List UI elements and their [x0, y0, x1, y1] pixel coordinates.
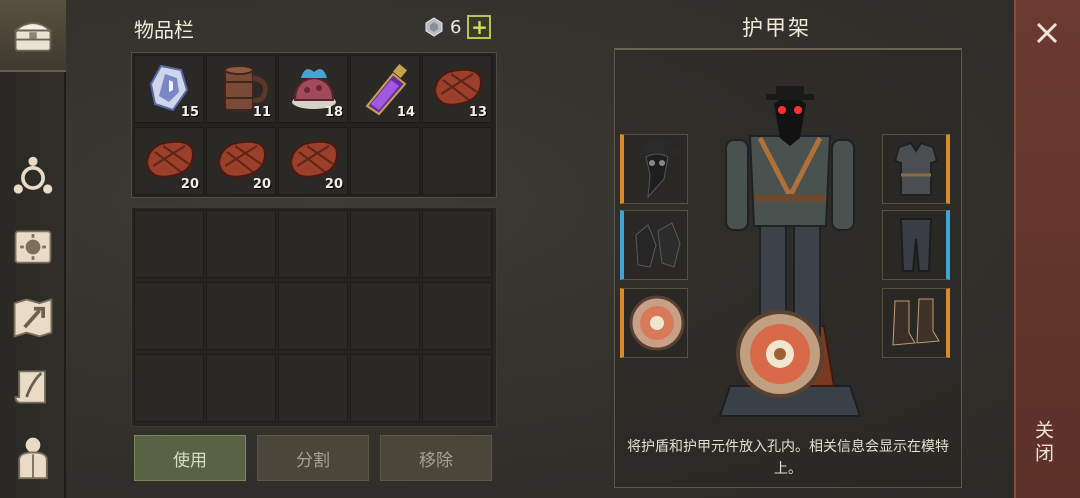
inventory-slot[interactable]: 20	[278, 127, 348, 195]
inventory-slot[interactable]: 14	[350, 55, 420, 123]
item-count: 20	[180, 177, 199, 192]
currency-count: 6	[450, 16, 462, 38]
inventory-slot-empty[interactable]	[134, 354, 204, 422]
inventory-slot[interactable]: 20	[206, 127, 276, 195]
armor-stand-description: 将护盾和护甲元件放入孔内。相关信息会显示在模特上。	[627, 439, 949, 477]
chest-icon	[12, 22, 54, 52]
inventory-slot-empty[interactable]	[134, 282, 204, 350]
use-button[interactable]: 使用	[134, 435, 246, 481]
sidebar-item-inventory[interactable]	[8, 10, 58, 60]
recipes-icon	[14, 230, 52, 264]
mannequin-figure	[718, 86, 862, 417]
inventory-slot-empty[interactable]	[350, 210, 420, 278]
remove-button[interactable]: 移除	[380, 435, 492, 481]
leather-gloves-icon	[635, 222, 681, 268]
inventory-grid-top: 15 11 18 14 13 20 20 20	[131, 52, 497, 198]
sidebar-item-recipes[interactable]	[8, 222, 58, 272]
split-button[interactable]: 分割	[257, 435, 369, 481]
inventory-slot-empty[interactable]	[206, 354, 276, 422]
inventory-grid-bottom	[131, 207, 497, 427]
inventory-slot[interactable]: 11	[206, 55, 276, 123]
inventory-title: 物品栏	[134, 18, 194, 42]
left-sidebar	[0, 0, 66, 498]
sidebar-item-crafting[interactable]	[8, 292, 58, 342]
inventory-slot[interactable]: 18	[278, 55, 348, 123]
chest-armor-icon	[893, 141, 939, 196]
sidebar-item-skills[interactable]	[8, 152, 58, 202]
quest-scroll-icon	[14, 370, 46, 404]
inventory-slot-empty[interactable]	[350, 127, 420, 195]
inventory-slot-empty[interactable]	[278, 354, 348, 422]
skills-icon	[13, 156, 53, 194]
close-button[interactable]: 关闭	[1030, 420, 1057, 466]
boots-icon	[892, 298, 940, 346]
item-count: 11	[252, 105, 271, 120]
equip-slot-legs[interactable]	[882, 210, 950, 280]
inventory-slot-empty[interactable]	[422, 282, 492, 350]
close-icon[interactable]	[1030, 16, 1064, 50]
inventory-slot-empty[interactable]	[422, 127, 492, 195]
item-count: 13	[468, 105, 487, 120]
equip-slot-hands[interactable]	[620, 210, 688, 280]
currency-display: 6 +	[424, 15, 492, 39]
inventory-slot-empty[interactable]	[278, 210, 348, 278]
sidebar-item-character[interactable]	[8, 432, 58, 482]
inventory-slot-empty[interactable]	[206, 282, 276, 350]
inventory-slot[interactable]: 13	[422, 55, 492, 123]
inventory-slot-empty[interactable]	[134, 210, 204, 278]
inventory-slot-empty[interactable]	[350, 282, 420, 350]
sidebar-item-quests[interactable]	[8, 362, 58, 412]
equip-slot-feet[interactable]	[882, 288, 950, 358]
gem-icon	[425, 17, 443, 37]
equip-slot-shield[interactable]	[620, 288, 688, 358]
inventory-slot-empty[interactable]	[422, 354, 492, 422]
plague-doctor-mask-icon	[636, 141, 678, 199]
item-count: 15	[180, 105, 199, 120]
add-currency-button[interactable]: +	[467, 15, 492, 39]
inventory-slot-empty[interactable]	[206, 210, 276, 278]
armor-stand-title: 护甲架	[742, 16, 811, 40]
inventory-slot-empty[interactable]	[278, 282, 348, 350]
round-shield-icon	[629, 295, 685, 351]
character-icon	[18, 437, 48, 480]
item-count: 20	[252, 177, 271, 192]
equip-slot-chest[interactable]	[882, 134, 950, 204]
item-count: 20	[324, 177, 343, 192]
item-count: 18	[324, 105, 343, 120]
item-count: 14	[396, 105, 415, 120]
inventory-slot-empty[interactable]	[350, 354, 420, 422]
map-icon	[13, 298, 53, 338]
equip-slot-head[interactable]	[620, 134, 688, 204]
leg-armor-icon	[899, 218, 933, 272]
inventory-slot[interactable]: 15	[134, 55, 204, 123]
inventory-slot-empty[interactable]	[422, 210, 492, 278]
inventory-slot[interactable]: 20	[134, 127, 204, 195]
